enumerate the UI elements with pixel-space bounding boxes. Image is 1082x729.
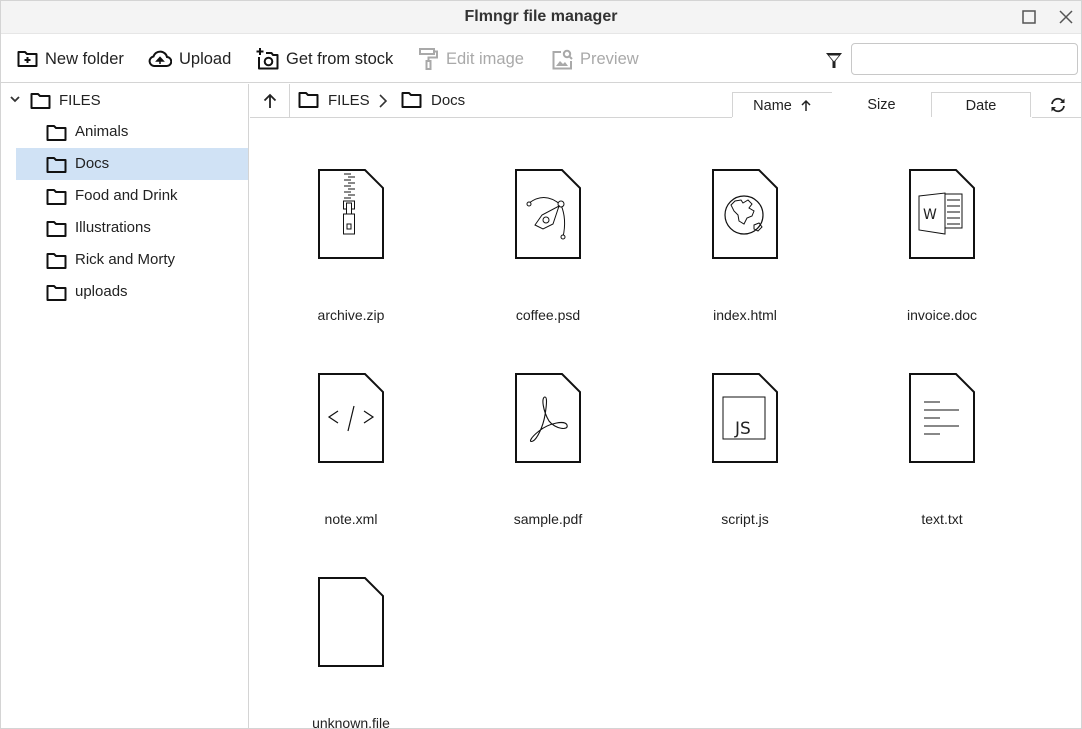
- maximize-icon: [1022, 10, 1036, 24]
- tree-item-food-and-drink[interactable]: Food and Drink: [16, 180, 248, 212]
- tree-item-label: Rick and Morty: [75, 251, 176, 268]
- file-item-text-txt[interactable]: text.txt: [862, 341, 1022, 531]
- html-file-icon: [712, 169, 778, 259]
- tree-item-docs[interactable]: Docs: [16, 148, 248, 180]
- close-button[interactable]: [1056, 7, 1076, 27]
- sort-ascending-icon: [801, 99, 811, 111]
- folder-icon: [30, 93, 51, 109]
- preview-label: Preview: [580, 49, 639, 68]
- window-title: Flmngr file manager: [464, 8, 618, 25]
- file-name: script.js: [721, 511, 769, 527]
- chevron-right-icon: [379, 94, 388, 108]
- word-file-icon: W: [909, 169, 975, 259]
- refresh-icon: [1051, 97, 1065, 113]
- sort-by-date-tab[interactable]: Date: [931, 92, 1031, 118]
- get-from-stock-button[interactable]: Get from stock: [256, 45, 393, 73]
- file-item-note-xml[interactable]: note.xml: [271, 341, 431, 531]
- folder-icon: [298, 92, 319, 108]
- file-item-unknown-file[interactable]: unknown.file: [271, 545, 431, 729]
- edit-image-label: Edit image: [446, 49, 524, 68]
- pdf-file-icon: [515, 373, 581, 463]
- svg-text:JS: JS: [734, 419, 751, 439]
- file-item-sample-pdf[interactable]: sample.pdf: [468, 341, 628, 531]
- sort-tab-label: Date: [965, 97, 997, 114]
- file-item-coffee-psd[interactable]: coffee.psd: [468, 137, 628, 327]
- file-item-script-js[interactable]: JS script.js: [665, 341, 825, 531]
- tree-item-rick-and-morty[interactable]: Rick and Morty: [16, 244, 248, 276]
- unknown-file-icon: [318, 577, 384, 667]
- file-item-invoice-doc[interactable]: W invoice.doc: [862, 137, 1022, 327]
- file-name: index.html: [713, 307, 777, 323]
- sort-by-name-tab[interactable]: Name: [732, 92, 833, 118]
- psd-file-icon: [515, 169, 581, 259]
- filter-icon[interactable]: [824, 50, 844, 70]
- breadcrumb-docs[interactable]: Docs: [401, 91, 465, 109]
- tree-item-label: Food and Drink: [75, 187, 178, 204]
- refresh-button[interactable]: [1047, 95, 1069, 115]
- title-bar: Flmngr file manager: [1, 1, 1081, 34]
- tree-item-illustrations[interactable]: Illustrations: [16, 212, 248, 244]
- cloud-upload-icon: [148, 50, 172, 67]
- file-name: archive.zip: [317, 307, 385, 323]
- file-manager-window: Flmngr file manager New folder Upload Ge…: [0, 0, 1082, 729]
- folder-icon: [46, 125, 67, 141]
- upload-label: Upload: [179, 49, 232, 68]
- breadcrumb-files[interactable]: FILES: [298, 91, 370, 109]
- new-folder-button[interactable]: New folder: [17, 45, 124, 73]
- paint-roller-icon: [419, 48, 438, 70]
- upload-button[interactable]: Upload: [148, 45, 231, 73]
- tree-item-label: Docs: [75, 155, 110, 172]
- folder-icon: [46, 253, 67, 269]
- get-from-stock-label: Get from stock: [286, 49, 394, 68]
- sort-tabs: Name Size Date: [732, 92, 1031, 118]
- file-name: unknown.file: [312, 715, 390, 729]
- file-name: note.xml: [324, 511, 378, 527]
- chevron-down-icon[interactable]: [9, 94, 21, 104]
- sort-by-size-tab[interactable]: Size: [832, 92, 932, 118]
- camera-plus-icon: [256, 48, 279, 70]
- tree-root-label: FILES: [59, 92, 101, 109]
- sort-tab-underline: [732, 117, 1032, 118]
- folder-plus-icon: [17, 51, 38, 67]
- edit-image-button[interactable]: Edit image: [419, 45, 524, 73]
- svg-text:W: W: [923, 207, 937, 223]
- js-file-icon: JS: [712, 373, 778, 463]
- folder-icon: [46, 189, 67, 205]
- folder-icon: [46, 285, 67, 301]
- file-name: invoice.doc: [906, 307, 978, 323]
- tree-item-animals[interactable]: Animals: [16, 116, 248, 148]
- folder-tree: FILES Animals Docs Food and Drink Illust…: [1, 84, 249, 729]
- tree-item-label: uploads: [75, 283, 128, 300]
- breadcrumb-label: FILES: [328, 91, 370, 109]
- preview-button[interactable]: Preview: [552, 45, 639, 73]
- new-folder-label: New folder: [45, 49, 124, 68]
- folder-icon: [46, 221, 67, 237]
- file-item-archive-zip[interactable]: archive.zip: [271, 137, 431, 327]
- go-up-button[interactable]: [250, 84, 290, 117]
- zip-file-icon: [318, 169, 384, 259]
- search-input[interactable]: [851, 43, 1078, 75]
- tree-item-label: Illustrations: [75, 219, 151, 236]
- file-item-index-html[interactable]: index.html: [665, 137, 825, 327]
- sort-tab-label: Size: [867, 97, 896, 113]
- sort-tab-label: Name: [753, 97, 792, 114]
- folder-icon: [46, 157, 67, 173]
- tree-item-uploads[interactable]: uploads: [16, 276, 248, 308]
- file-name: text.txt: [921, 511, 963, 527]
- xml-file-icon: [318, 373, 384, 463]
- image-search-icon: [552, 49, 573, 69]
- breadcrumb-label: Docs: [431, 91, 466, 109]
- tree-root-files[interactable]: FILES: [1, 86, 248, 114]
- file-name: sample.pdf: [513, 511, 583, 527]
- arrow-up-icon: [263, 93, 276, 108]
- folder-icon: [401, 92, 422, 108]
- close-icon: [1059, 10, 1073, 24]
- text-file-icon: [909, 373, 975, 463]
- maximize-button[interactable]: [1019, 7, 1039, 27]
- file-name: coffee.psd: [515, 307, 581, 323]
- tree-item-label: Animals: [75, 123, 129, 140]
- file-grid: archive.zip coffee.psd index.html W invo…: [250, 119, 1081, 729]
